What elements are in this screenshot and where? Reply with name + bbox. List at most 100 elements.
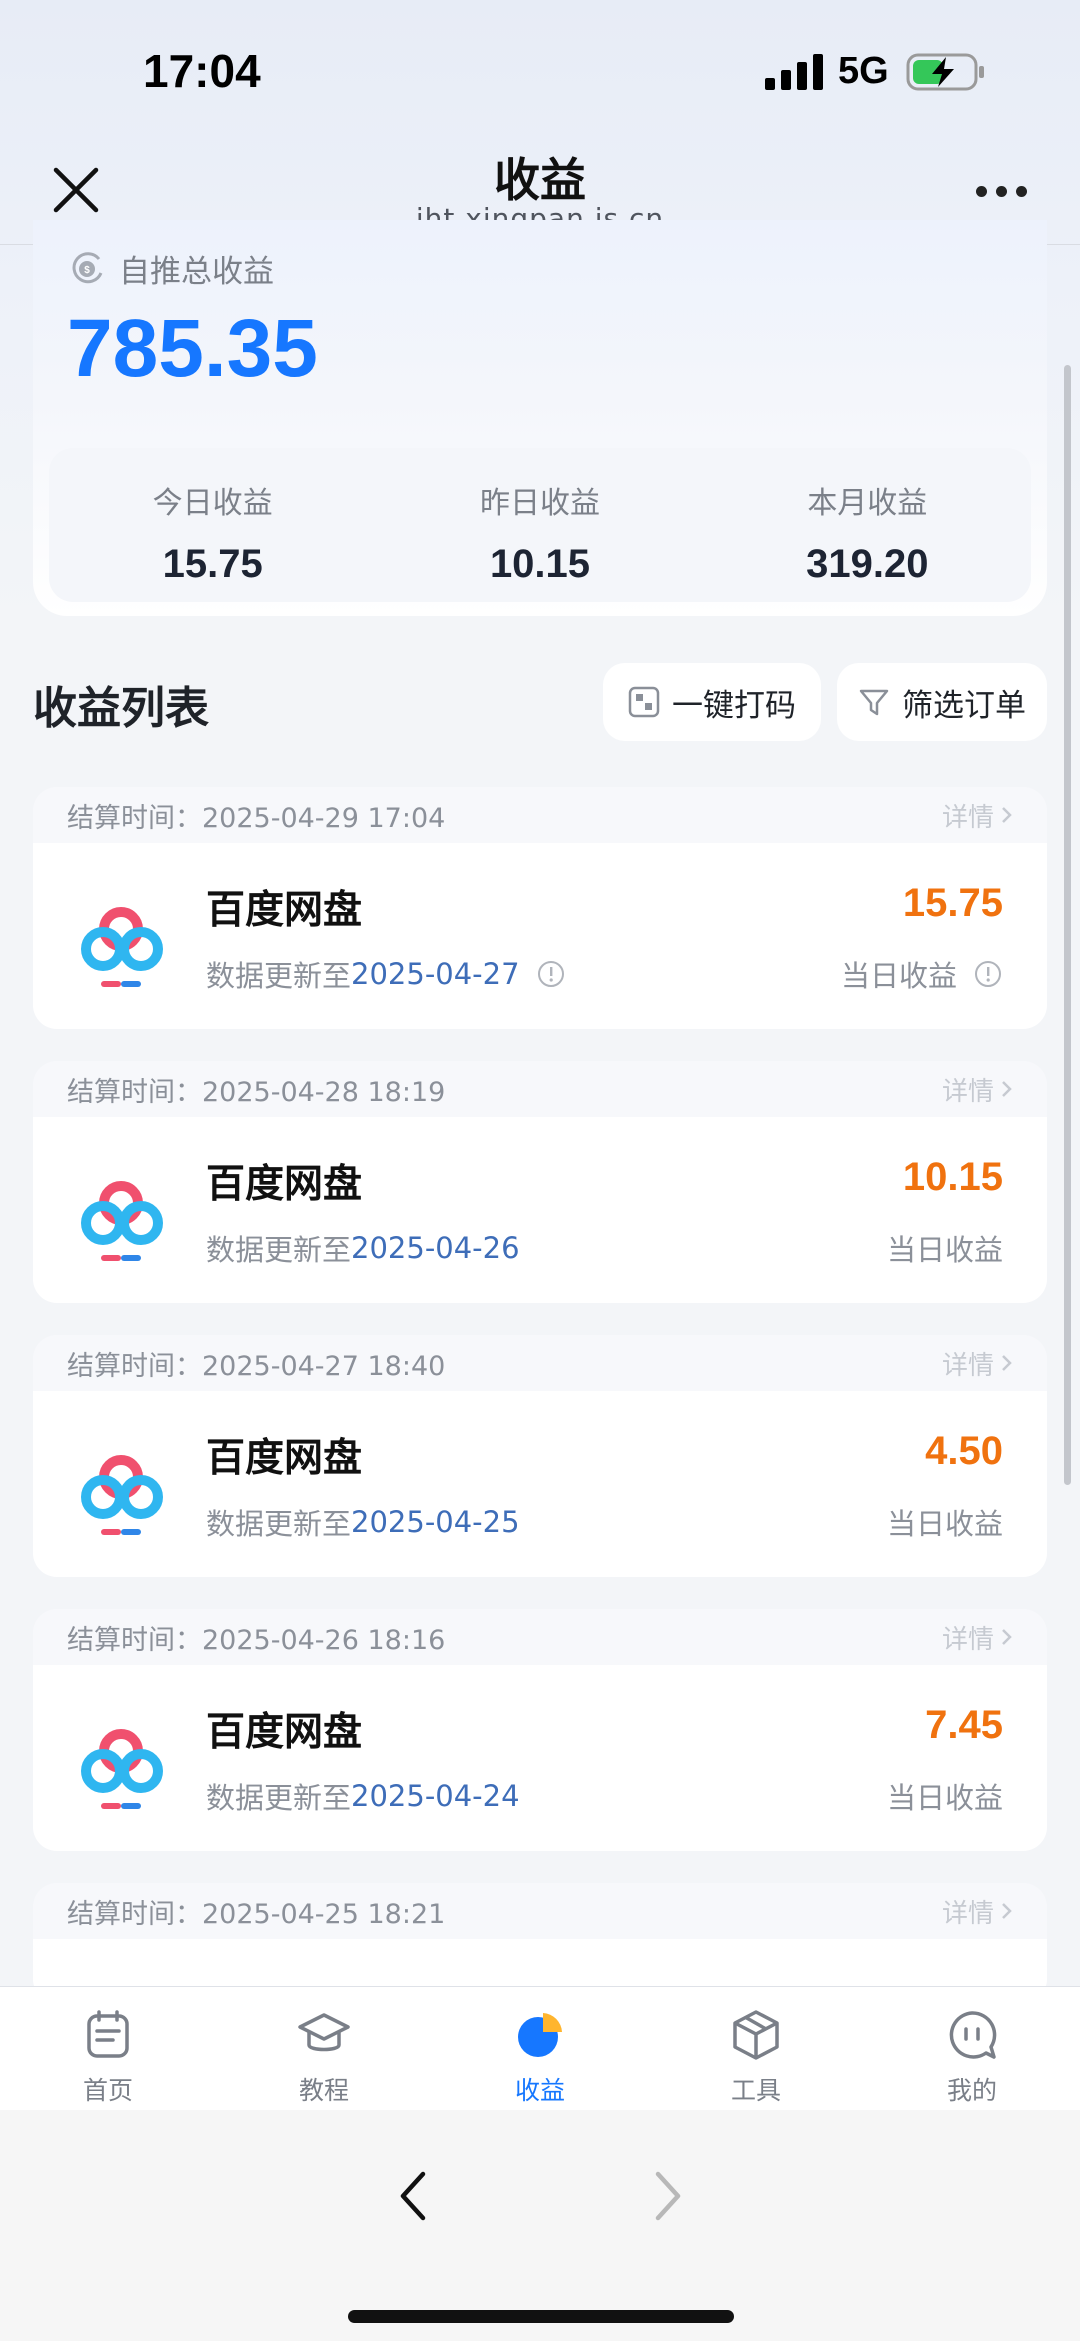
info-icon[interactable] [973, 959, 1003, 989]
app-name: 百度网盘 [206, 1162, 363, 1207]
tab-label: 收益 [514, 2076, 565, 2105]
earnings-record[interactable]: 结算时间：2025-04-28 18:19 详情 百度网盘 数据更新至 2025-… [33, 1061, 1047, 1303]
stat-value: 319.20 [806, 542, 929, 586]
chevron-right-icon [1002, 1903, 1012, 1919]
app-name: 百度网盘 [206, 1710, 363, 1755]
baidu-netdisk-logo-icon [81, 907, 163, 987]
filter-orders-button[interactable]: 筛选订单 [837, 663, 1047, 741]
home-doc-icon [87, 2010, 129, 2058]
stat-value: 10.15 [489, 542, 591, 586]
baidu-netdisk-logo-icon [81, 1729, 163, 1809]
summary-label: 自推总收益 [119, 254, 274, 290]
daily-amount-label: 当日收益 [886, 1781, 1003, 1815]
earnings-record[interactable]: 结算时间：2025-04-29 17:04 详情 百度网盘 数据更新至 2025-… [33, 787, 1047, 1029]
app-name: 百度网盘 [206, 1436, 363, 1481]
tab-mine[interactable]: 我的 [864, 1987, 1080, 2110]
network-label: 5G [838, 50, 889, 92]
chevron-right-icon [1002, 1081, 1012, 1097]
tab-label: 教程 [298, 2076, 349, 2105]
stat-month: 本月收益 319.20 [704, 448, 1031, 602]
tab-label: 工具 [730, 2076, 781, 2105]
one-click-mask-button[interactable]: 一键打码 [603, 663, 821, 741]
settlement-time: 结算时间：2025-04-25 18:21 [67, 1898, 446, 1930]
record-body: 百度网盘 数据更新至 2025-04-27 15.75 当日收益 [33, 843, 1047, 1029]
browser-toolbar [0, 2110, 1080, 2341]
baidu-netdisk-logo-icon [81, 1455, 163, 1535]
stat-yesterday: 昨日收益 10.15 [376, 448, 703, 602]
graduation-cap-icon [298, 2013, 350, 2052]
back-arrow-icon[interactable] [395, 2168, 431, 2224]
detail-link[interactable]: 详情 [942, 1893, 1014, 1930]
earnings-record[interactable]: 结算时间：2025-04-26 18:16 详情 百度网盘 数据更新至 2025-… [33, 1609, 1047, 1851]
daily-amount: 10.15 [902, 1155, 1003, 1199]
update-date: 2025-04-24 [351, 1779, 520, 1813]
cellular-signal-icon [765, 54, 823, 90]
tab-home[interactable]: 首页 [0, 1987, 216, 2110]
daily-amount-label: 当日收益 [886, 1507, 1003, 1541]
data-update-line: 数据更新至 2025-04-26 [206, 1231, 520, 1267]
daily-amount: 15.75 [902, 881, 1003, 925]
summary-header: $ 自推总收益 [69, 246, 274, 291]
earnings-list-title: 收益列表 [33, 683, 209, 734]
update-date: 2025-04-26 [351, 1231, 520, 1265]
earnings-record[interactable]: 结算时间：2025-04-25 18:21 详情 百度网盘 [33, 1883, 1047, 2003]
detail-link[interactable]: 详情 [942, 1619, 1014, 1656]
info-icon[interactable] [536, 959, 566, 989]
earnings-list: 结算时间：2025-04-29 17:04 详情 百度网盘 数据更新至 2025-… [33, 787, 1047, 2035]
total-earnings-value: 785.35 [67, 303, 318, 394]
scrollbar[interactable] [1064, 365, 1071, 1485]
status-bar: 17:04 5G [0, 0, 1080, 140]
more-options-icon[interactable] [972, 182, 1032, 202]
record-header: 结算时间：2025-04-28 18:19 详情 [33, 1061, 1047, 1117]
stat-value: 15.75 [162, 542, 263, 586]
tab-tools[interactable]: 工具 [648, 1987, 864, 2110]
tab-tutorial[interactable]: 教程 [216, 1987, 432, 2110]
data-update-line: 数据更新至 2025-04-25 [206, 1505, 520, 1541]
forward-arrow-icon[interactable] [650, 2168, 686, 2224]
detail-link[interactable]: 详情 [942, 1345, 1014, 1382]
one-click-mask-label: 一键打码 [672, 687, 796, 724]
baidu-netdisk-logo-icon [81, 1181, 163, 1261]
page-title: 收益 [494, 153, 586, 207]
bottom-tab-bar: 首页 教程 收益 工具 我的 [0, 1986, 1080, 2110]
earnings-coin-icon: $ [72, 251, 103, 283]
record-header: 结算时间：2025-04-29 17:04 详情 [33, 787, 1047, 843]
record-header: 结算时间：2025-04-27 18:40 详情 [33, 1335, 1047, 1391]
earnings-summary-card: $ 自推总收益 785.35 今日收益 15.75 昨日收益 10.15 本月收… [33, 220, 1047, 616]
pie-chart-icon [518, 2013, 562, 2057]
settlement-time: 结算时间：2025-04-27 18:40 [67, 1350, 446, 1382]
stat-today: 今日收益 15.75 [49, 448, 376, 602]
chevron-right-icon [1002, 807, 1012, 823]
home-indicator [348, 2310, 734, 2323]
daily-amount-label: 当日收益 [886, 1233, 1003, 1267]
settlement-time: 结算时间：2025-04-29 17:04 [67, 802, 446, 834]
update-date: 2025-04-25 [351, 1505, 520, 1539]
stat-label: 昨日收益 [479, 486, 600, 521]
daily-amount-label: 当日收益 [841, 953, 1003, 995]
filter-orders-label: 筛选订单 [902, 687, 1026, 724]
record-header: 结算时间：2025-04-26 18:16 详情 [33, 1609, 1047, 1665]
svg-text:$: $ [84, 265, 90, 276]
data-update-line: 数据更新至 2025-04-27 [206, 953, 566, 995]
chat-face-icon [949, 2011, 997, 2059]
box-icon [733, 2010, 779, 2060]
record-body: 百度网盘 数据更新至 2025-04-25 4.50 当日收益 [33, 1391, 1047, 1577]
record-header: 结算时间：2025-04-25 18:21 详情 [33, 1883, 1047, 1939]
record-body: 百度网盘 数据更新至 2025-04-24 7.45 当日收益 [33, 1665, 1047, 1851]
stat-label: 本月收益 [807, 486, 928, 521]
detail-link[interactable]: 详情 [942, 797, 1014, 834]
daily-amount: 7.45 [925, 1703, 1003, 1747]
chevron-right-icon [1002, 1355, 1012, 1371]
data-update-line: 数据更新至 2025-04-24 [206, 1779, 520, 1815]
status-time: 17:04 [143, 45, 261, 97]
detail-link[interactable]: 详情 [942, 1071, 1014, 1108]
stat-label: 今日收益 [152, 486, 273, 521]
battery-charging-icon [906, 53, 984, 91]
update-date: 2025-04-27 [351, 957, 520, 991]
settlement-time: 结算时间：2025-04-28 18:19 [67, 1076, 446, 1108]
chevron-right-icon [1002, 1629, 1012, 1645]
app-name: 百度网盘 [206, 888, 363, 933]
earnings-stats: 今日收益 15.75 昨日收益 10.15 本月收益 319.20 [49, 448, 1031, 602]
earnings-record[interactable]: 结算时间：2025-04-27 18:40 详情 百度网盘 数据更新至 2025-… [33, 1335, 1047, 1577]
tab-earnings[interactable]: 收益 [432, 1987, 648, 2110]
